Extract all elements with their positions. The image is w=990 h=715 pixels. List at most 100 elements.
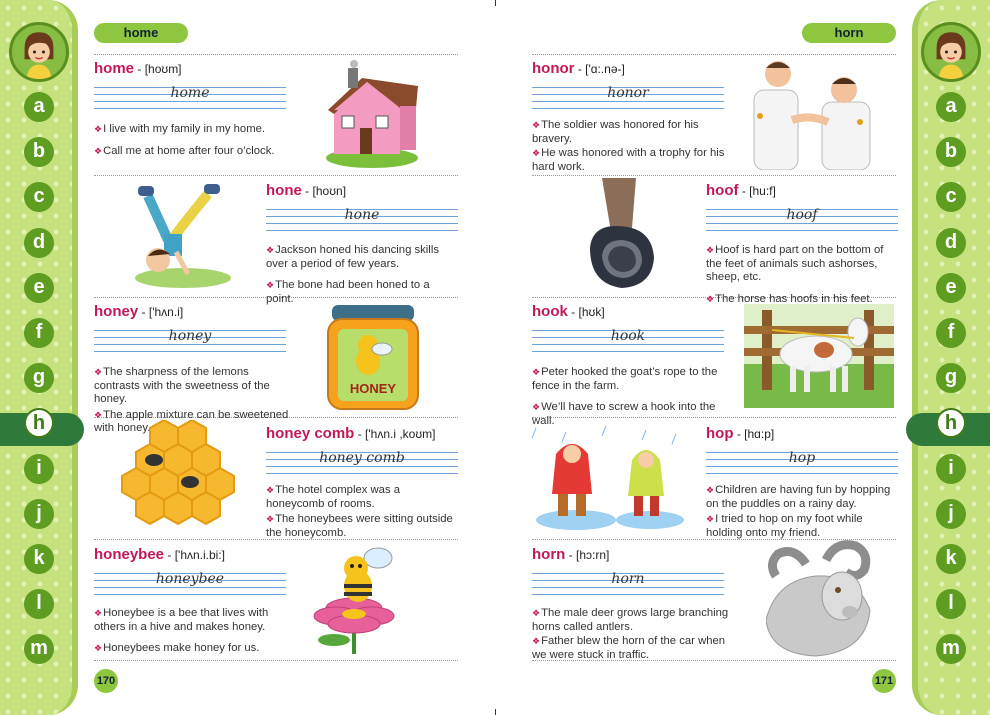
alphabet-tab-h[interactable]: h — [936, 408, 966, 439]
cursive-word: honey — [168, 328, 212, 344]
separator-dash: - — [738, 184, 750, 198]
alphabet-tab-k[interactable]: k — [24, 543, 54, 574]
entry-hook: hook - [hʊk] hook ❖Peter hooked the goat… — [532, 303, 732, 428]
separator — [94, 660, 458, 661]
alphabet-tab-l[interactable]: l — [936, 589, 966, 620]
headword: hop — [706, 425, 734, 442]
alphabet-tab-c[interactable]: c — [24, 182, 54, 213]
entry-horn: horn - [hɔ:rn] horn ❖The male deer grows… — [532, 546, 732, 662]
alphabet-tab-g[interactable]: g — [936, 363, 966, 394]
ram-illustration — [765, 540, 874, 658]
cursive-word: hop — [788, 450, 816, 466]
alphabet-tab-m[interactable]: m — [24, 634, 54, 665]
pronunciation: ['hʌn.i.bi:] — [174, 548, 226, 562]
example-sentence: ❖Honeybees make honey for us. — [94, 642, 260, 654]
pronunciation: ['hʌn.i ,koʊm] — [365, 427, 436, 441]
goat-at-fence-illustration — [744, 304, 894, 408]
page-number: 170 — [94, 669, 118, 693]
alphabet-tab-m[interactable]: m — [936, 634, 966, 665]
handwriting-lines: hook — [532, 326, 724, 354]
alphabet-tab-c[interactable]: c — [936, 182, 966, 213]
alphabet-tab-b[interactable]: b — [936, 137, 966, 168]
cursive-word: honor — [607, 85, 649, 101]
cursive-word: home — [170, 85, 210, 101]
cursive-word: hook — [610, 328, 646, 344]
cursive-word: hoof — [786, 207, 818, 223]
handwriting-lines: honey comb — [266, 448, 458, 476]
handwriting-lines: honor — [532, 83, 724, 111]
alphabet-tab-i[interactable]: i — [936, 453, 966, 484]
pronunciation: [hʊk] — [578, 305, 605, 319]
alphabet-tab-d[interactable]: d — [936, 227, 966, 258]
headword: honor — [532, 60, 575, 77]
handwriting-lines: hop — [706, 448, 898, 476]
girl-avatar-icon — [9, 22, 69, 82]
headword: hook — [532, 303, 568, 320]
alphabet-tab-l[interactable]: l — [24, 589, 54, 620]
alphabet-tab-b[interactable]: b — [24, 137, 54, 168]
cursive-word: honeybee — [155, 571, 225, 587]
pronunciation: ['hʌn.i] — [148, 305, 184, 319]
separator-dash: - — [567, 305, 579, 319]
separator — [94, 54, 458, 55]
handwriting-lines: horn — [532, 569, 724, 597]
breakdancer-illustration — [128, 178, 238, 290]
alphabet-tab-e[interactable]: e — [24, 272, 54, 303]
cursive-word: horn — [611, 571, 645, 587]
alphabet-tab-a[interactable]: a — [936, 92, 966, 122]
page-number: 171 — [872, 669, 896, 693]
separator-dash: - — [354, 427, 366, 441]
example-sentence: ❖The male deer grows large branching hor… — [532, 607, 729, 633]
example-sentence: ❖Hoof is hard part on the bottom of the … — [706, 244, 884, 283]
entry-honor: honor - ['ɑ:.nə-] honor ❖The soldier was… — [532, 60, 732, 174]
alphabet-tab-d[interactable]: d — [24, 227, 54, 258]
handwriting-lines: honey — [94, 326, 286, 354]
pronunciation: [hɑ:p] — [744, 427, 775, 441]
alphabet-tab-f[interactable]: f — [24, 317, 54, 348]
example-sentence: ❖I tried to hop on my foot while holding… — [706, 513, 863, 539]
separator — [532, 54, 896, 55]
separator-dash: - — [733, 427, 745, 441]
alphabet-tab-g[interactable]: g — [24, 363, 54, 394]
pronunciation: ['ɑ:.nə-] — [585, 62, 625, 76]
example-sentence: ❖Children are having fun by hopping on t… — [706, 484, 891, 510]
alphabet-index-left: abcdefghijklm — [9, 92, 69, 679]
crop-mark — [495, 0, 496, 6]
example-sentence: ❖The hotel complex was a honeycomb of ro… — [266, 484, 401, 510]
separator — [532, 175, 896, 176]
alphabet-tab-a[interactable]: a — [24, 92, 54, 122]
jar-label: HONEY — [350, 381, 397, 396]
separator — [94, 175, 458, 176]
example-sentence: ❖The honeybees were sitting outside the … — [266, 513, 453, 539]
alphabet-tab-j[interactable]: j — [936, 498, 966, 529]
separator-dash: - — [164, 548, 175, 562]
pronunciation: [hu:f] — [749, 184, 776, 198]
separator-dash: - — [138, 305, 149, 319]
headword: home — [94, 60, 135, 77]
entry-home: home - [hoʊm] home ❖I live with my famil… — [94, 60, 294, 158]
headword: hoof — [706, 182, 739, 199]
children-hopping-illustration — [526, 424, 686, 534]
handwriting-lines: hoof — [706, 205, 898, 233]
alphabet-tab-f[interactable]: f — [936, 317, 966, 348]
cursive-word: honey comb — [319, 450, 405, 466]
alphabet-tab-e[interactable]: e — [936, 272, 966, 303]
separator-dash: - — [134, 62, 145, 76]
alphabet-tab-h[interactable]: h — [24, 408, 54, 439]
separator-dash: - — [565, 548, 576, 562]
headword: honeybee — [94, 546, 165, 563]
example-sentence: ❖He was honored with a trophy for his ha… — [532, 147, 725, 173]
alphabet-tab-i[interactable]: i — [24, 453, 54, 484]
entry-honey: honey - ['hʌn.i] honey ❖The sharpness of… — [94, 303, 294, 436]
guide-word-left: home — [94, 23, 188, 43]
honey-jar-illustration: HONEY — [326, 301, 420, 413]
guide-word-right: horn — [802, 23, 896, 43]
separator-dash: - — [301, 184, 313, 198]
alphabet-index-right: abcdefghijklm — [921, 92, 981, 679]
bee-on-flower-illustration — [306, 544, 402, 656]
example-sentence: ❖I live with my family in my home. — [94, 123, 266, 135]
entry-hop: hop - [hɑ:p] hop ❖Children are having fu… — [706, 425, 900, 540]
alphabet-tab-j[interactable]: j — [24, 498, 54, 529]
alphabet-tab-k[interactable]: k — [936, 543, 966, 574]
entry-honeybee: honeybee - ['hʌn.i.bi:] honeybee ❖Honeyb… — [94, 546, 294, 656]
